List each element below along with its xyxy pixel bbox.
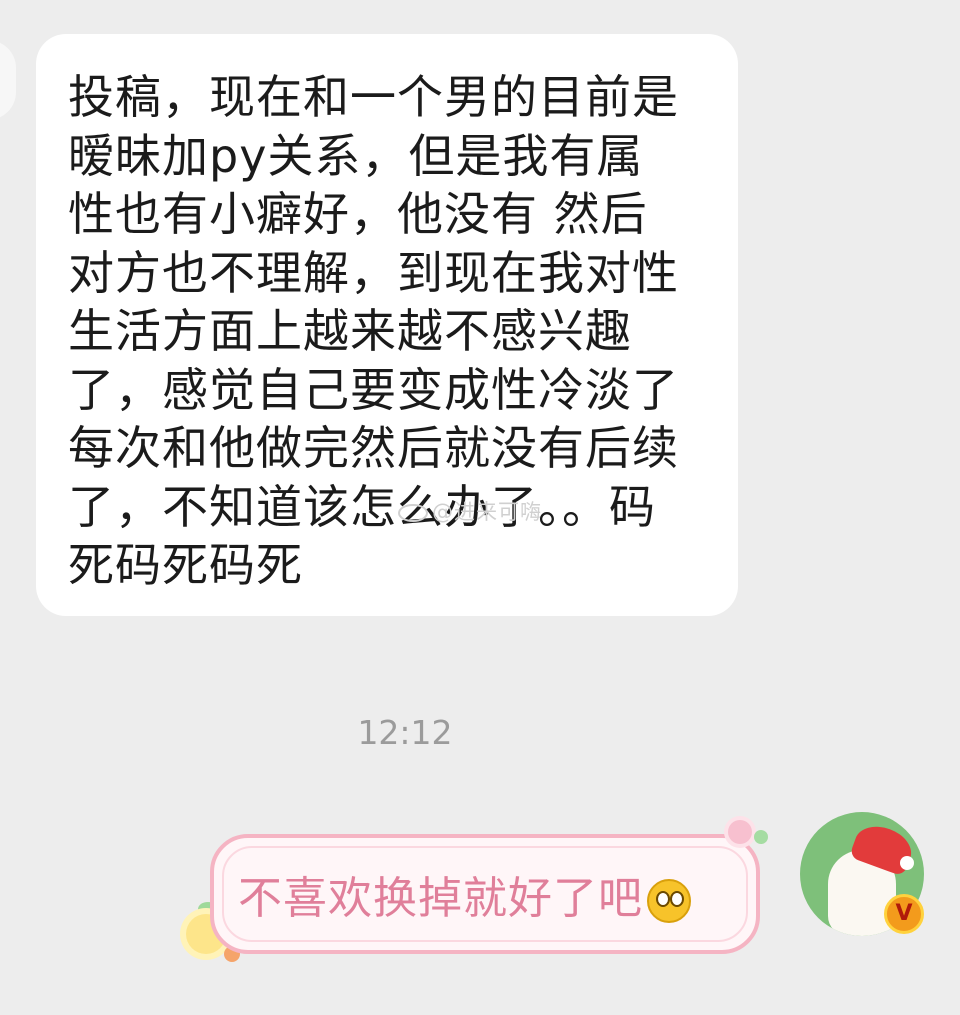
message-line: 生活方面上越来越不感兴趣 — [68, 304, 632, 358]
message-line: 了，不知道该怎么办了。。码 — [68, 479, 656, 534]
message-line: 每次和他做完然后就没有后续 — [68, 421, 679, 475]
weibo-watermark: @进来可嗨 — [398, 496, 542, 526]
message-line: 投稿，现在和一个男的目前是 — [68, 70, 679, 124]
outgoing-message-group: 不喜欢换掉就好了吧 — [180, 818, 780, 978]
verified-badge: V — [884, 894, 924, 934]
watermark-text: @进来可嗨 — [432, 500, 542, 524]
flower-decoration-icon — [754, 830, 768, 844]
message-line: 性也有小癖好，他没有 然后 — [68, 187, 648, 241]
flower-decoration-icon — [728, 820, 752, 844]
outgoing-message-bubble[interactable]: 不喜欢换掉就好了吧 — [210, 834, 760, 954]
message-line: 了，感觉自己要变成性冷淡了 — [68, 362, 679, 417]
thinking-face-icon — [647, 879, 691, 923]
weibo-icon — [398, 504, 428, 522]
incoming-message-bubble[interactable]: 投稿，现在和一个男的目前是 暧昧加py关系，但是我有属 性也有小癖好，他没有 然… — [36, 34, 738, 616]
reply-text: 不喜欢换掉就好了吧 — [238, 873, 643, 924]
outgoing-message-text: 不喜欢换掉就好了吧 — [238, 862, 691, 926]
message-line: 对方也不理解，到现在我对性 — [68, 245, 679, 300]
message-line: 暧昧加py关系，但是我有属 — [68, 128, 644, 183]
hat-pompom-icon — [900, 856, 914, 870]
message-timestamp: 12:12 — [357, 713, 453, 752]
message-line: 死码死码死 — [68, 538, 303, 592]
sender-avatar-edge[interactable] — [0, 40, 16, 120]
